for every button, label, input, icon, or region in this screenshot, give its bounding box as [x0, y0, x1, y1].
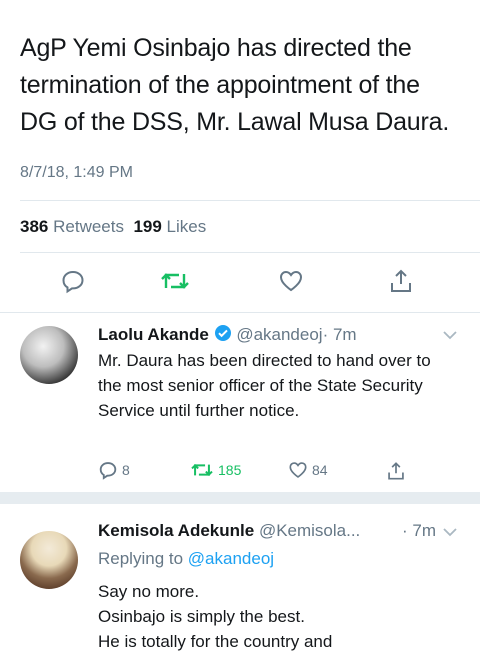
retweets-label: Retweets: [53, 217, 124, 236]
author-name[interactable]: Laolu Akande: [98, 325, 209, 344]
replying-prefix: Replying to: [98, 549, 184, 568]
share-icon: [388, 462, 404, 480]
author-handle[interactable]: @akandeoj: [236, 325, 322, 344]
retweet-icon: [191, 463, 213, 477]
like-icon: [289, 462, 307, 478]
like-icon[interactable]: [276, 266, 306, 296]
author-handle[interactable]: @Kemisola...: [259, 521, 360, 540]
reply-icon: [99, 462, 117, 480]
chevron-down-icon[interactable]: [442, 328, 458, 346]
likes-count: 199: [133, 217, 162, 236]
likes-stat[interactable]: 199 Likes: [133, 217, 206, 236]
divider: [0, 312, 480, 313]
tweet-action-bar: [0, 266, 480, 306]
reply-text-line: Osinbajo is simply the best.: [98, 607, 305, 626]
retweets-count: 386: [20, 217, 49, 236]
reply-action-bar: 8 185 84: [98, 460, 418, 484]
reply-header: Laolu Akande @akandeoj· 7m: [98, 324, 357, 347]
retweet-count: 185: [218, 462, 242, 478]
chevron-down-icon[interactable]: [442, 525, 458, 543]
avatar[interactable]: [20, 531, 78, 589]
avatar[interactable]: [20, 326, 78, 384]
replying-to: Replying to @akandeoj: [98, 549, 274, 569]
reply-count: 8: [122, 462, 130, 478]
like-button[interactable]: 84: [288, 460, 328, 480]
author-name[interactable]: Kemisola Adekunle: [98, 521, 254, 540]
divider: [20, 200, 480, 201]
share-button[interactable]: [386, 460, 406, 482]
reply-text-line: Say no more.: [98, 582, 200, 601]
reply-icon[interactable]: [58, 266, 88, 296]
reply-text: Mr. Daura has been directed to hand over…: [98, 351, 431, 420]
share-icon[interactable]: [386, 266, 416, 296]
tweet-timestamp[interactable]: 8/7/18, 1:49 PM: [20, 164, 133, 182]
tweet-time[interactable]: · 7m: [402, 521, 436, 541]
tweet-text: AgP Yemi Osinbajo has directed the termi…: [20, 34, 450, 136]
main-tweet: AgP Yemi Osinbajo has directed the termi…: [20, 30, 460, 141]
divider: [20, 252, 480, 253]
tweet-time[interactable]: · 7m: [323, 325, 357, 344]
reply-text: Say no more. Osinbajo is simply the best…: [98, 579, 458, 654]
retweet-button[interactable]: 185: [190, 460, 241, 480]
reply-tweet[interactable]: Laolu Akande @akandeoj· 7m Mr. Daura has…: [0, 324, 480, 490]
retweets-stat[interactable]: 386 Retweets: [20, 217, 124, 236]
reply-text-line: He is totally for the country and: [98, 632, 333, 651]
replying-to-link[interactable]: @akandeoj: [188, 549, 274, 568]
likes-label: Likes: [166, 217, 207, 236]
section-separator: [0, 492, 480, 504]
verified-badge-icon: [214, 324, 232, 347]
retweet-icon[interactable]: [160, 266, 190, 296]
tweet-stats: 386 Retweets 199 Likes: [20, 217, 206, 237]
like-count: 84: [312, 462, 328, 478]
reply-tweet[interactable]: Kemisola Adekunle @Kemisola... · 7m Repl…: [0, 521, 480, 651]
reply-button[interactable]: 8: [98, 460, 130, 480]
reply-header: Kemisola Adekunle @Kemisola...: [98, 521, 360, 541]
